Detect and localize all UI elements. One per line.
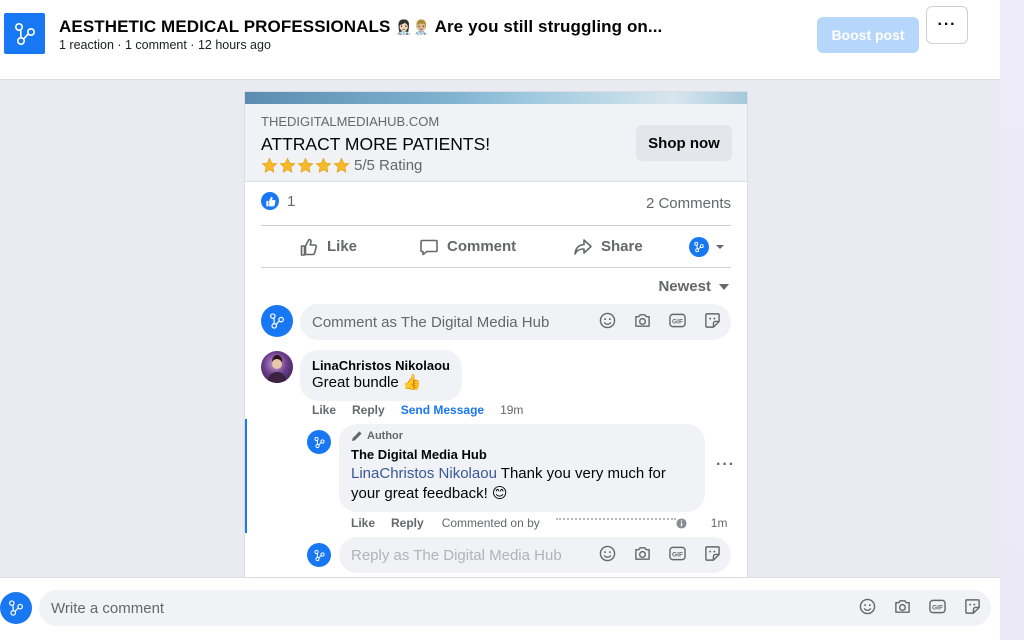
comment-text: Great bundle 👍 (312, 374, 422, 391)
share-button[interactable]: Share (573, 226, 643, 267)
comment-icon (420, 239, 438, 255)
page-logo-icon (261, 305, 293, 337)
doctor-emoji: 👩🏻‍⚕️👨🏼‍⚕️ (395, 20, 431, 36)
post-title-text: AESTHETIC MEDICAL PROFESSIONALS (59, 17, 391, 36)
post-header: AESTHETIC MEDICAL PROFESSIONALS 👩🏻‍⚕️👨🏼‍… (0, 0, 1000, 80)
redacted-name (555, 518, 676, 528)
rating-stars (261, 157, 350, 174)
star-icon (261, 157, 278, 173)
like-button[interactable]: Like (299, 226, 357, 267)
ad-headline: ATTRACT MORE PATIENTS! (261, 134, 491, 154)
comment-author[interactable]: LinaChristos Nikolaou (312, 358, 450, 373)
post-title-rest: Are you still struggling on... (434, 17, 663, 36)
gif-icon[interactable]: GIF (669, 545, 686, 562)
more-options-button[interactable]: ··· (926, 6, 968, 44)
comment-button[interactable]: Comment (419, 226, 516, 267)
page-logo-icon (307, 543, 331, 567)
sticker-icon[interactable] (964, 598, 981, 615)
reply-author[interactable]: The Digital Media Hub (351, 447, 693, 462)
author-badge-label: Author (367, 430, 404, 442)
ad-image[interactable] (245, 92, 747, 104)
comment-actions: Like Reply Send Message 19m (312, 403, 523, 417)
comment-label: Comment (447, 238, 517, 255)
reply-options-button[interactable]: ··· (716, 456, 735, 474)
author-badge: Author (351, 430, 693, 442)
rating-text: 5/5 Rating (354, 157, 423, 174)
post-as-selector[interactable] (689, 226, 725, 267)
thumbs-up-icon (300, 238, 318, 256)
star-icon (297, 157, 314, 173)
star-icon (315, 157, 332, 173)
reply-thread-indicator (245, 419, 247, 533)
like-label: Like (327, 238, 358, 255)
page-logo-icon (689, 236, 709, 257)
action-bar: Like Comment Share (261, 225, 731, 268)
info-icon[interactable] (676, 517, 687, 529)
gif-icon[interactable]: GIF (929, 598, 946, 615)
comment-time[interactable]: 19m (500, 403, 523, 417)
reply-like-link[interactable]: Like (351, 516, 375, 530)
star-icon (333, 157, 350, 173)
shop-now-button[interactable]: Shop now (636, 125, 732, 161)
reply-reply-link[interactable]: Reply (391, 516, 424, 530)
post-card: THEDIGITALMEDIAHUB.COM ATTRACT MORE PATI… (244, 91, 748, 577)
ad-link-preview[interactable]: THEDIGITALMEDIAHUB.COM ATTRACT MORE PATI… (245, 104, 747, 182)
smiley-icon[interactable] (599, 545, 616, 562)
sort-label: Newest (658, 278, 711, 295)
smiley-icon[interactable] (859, 598, 876, 615)
boost-post-button[interactable]: Boost post (817, 17, 919, 53)
thumbs-up-icon (261, 192, 279, 210)
svg-text:GIF: GIF (672, 551, 683, 558)
reply-composer-icons: GIF (599, 545, 721, 562)
gif-icon[interactable]: GIF (669, 312, 686, 329)
ad-rating: 5/5 Rating (261, 157, 422, 174)
camera-icon[interactable] (634, 312, 651, 329)
write-comment-placeholder: Write a comment (51, 599, 165, 617)
reply-text: LinaChristos Nikolaou Thank you very muc… (351, 464, 693, 504)
share-icon (574, 238, 592, 255)
commented-on-by: Commented on by (441, 516, 540, 530)
smiley-icon[interactable] (599, 312, 616, 329)
reply-input-placeholder: Reply as The Digital Media Hub (351, 546, 562, 564)
post-title[interactable]: AESTHETIC MEDICAL PROFESSIONALS 👩🏻‍⚕️👨🏼‍… (59, 17, 662, 37)
bottom-comment-bar: Write a comment GIF (0, 577, 1000, 640)
send-message-link[interactable]: Send Message (401, 403, 484, 417)
reaction-summary[interactable]: 1 (261, 192, 295, 210)
commenter-avatar[interactable] (261, 351, 293, 383)
bottom-composer-icons: GIF (859, 598, 981, 615)
reply-time[interactable]: 1m (711, 516, 728, 530)
share-label: Share (601, 238, 643, 255)
reply-input[interactable]: Reply as The Digital Media Hub GIF (339, 537, 731, 573)
comments-count[interactable]: 2 Comments (646, 195, 731, 212)
sticker-icon[interactable] (704, 312, 721, 329)
reaction-count: 1 (287, 192, 296, 210)
chevron-down-icon (716, 244, 724, 249)
write-comment-input[interactable]: Write a comment GIF (39, 590, 991, 626)
composer-icons: GIF (599, 312, 721, 329)
star-icon (279, 157, 296, 173)
page-logo-icon (0, 592, 32, 624)
camera-icon[interactable] (634, 545, 651, 562)
post-meta: 1 reaction · 1 comment · 12 hours ago (59, 38, 271, 52)
chevron-down-icon (719, 283, 729, 290)
comment-input[interactable]: Comment as The Digital Media Hub GIF (300, 304, 731, 340)
page-logo-icon[interactable] (4, 13, 45, 54)
page-logo-icon (307, 430, 331, 454)
sort-dropdown[interactable]: Newest (658, 278, 729, 295)
reply-bubble: Author The Digital Media Hub LinaChristo… (339, 424, 705, 512)
camera-icon[interactable] (894, 598, 911, 615)
background-strip (1000, 0, 1024, 640)
pencil-icon (352, 431, 362, 441)
reply-mention[interactable]: LinaChristos Nikolaou (351, 465, 497, 482)
svg-text:GIF: GIF (672, 318, 683, 325)
svg-text:GIF: GIF (932, 604, 943, 611)
comment-reply-link[interactable]: Reply (352, 403, 385, 417)
sticker-icon[interactable] (704, 545, 721, 562)
ad-domain: THEDIGITALMEDIAHUB.COM (261, 114, 440, 129)
comment-bubble: LinaChristos Nikolaou Great bundle 👍 (300, 350, 462, 401)
comment-input-placeholder: Comment as The Digital Media Hub (312, 313, 550, 331)
comment-like-link[interactable]: Like (312, 403, 336, 417)
reply-actions: Like Reply Commented on by 1m (351, 516, 727, 530)
